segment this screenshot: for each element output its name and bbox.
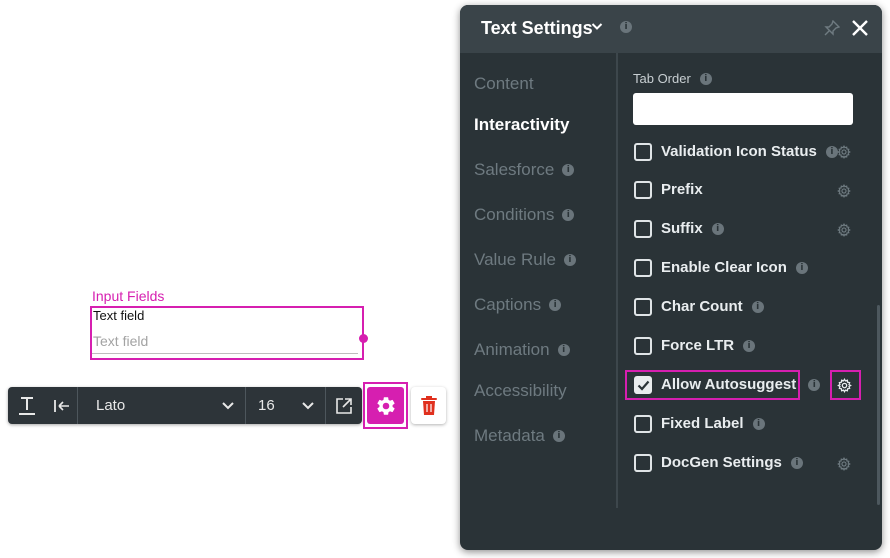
info-icon[interactable]: i xyxy=(563,254,576,266)
text-field-label: Text field xyxy=(93,308,145,323)
option-fixed-label: Fixed Label i xyxy=(634,413,765,435)
text-settings-panel: Text Settings i Content Interactivity Sa… xyxy=(460,5,882,550)
nav-content[interactable]: Content xyxy=(474,74,534,94)
chevron-down-icon[interactable] xyxy=(591,22,603,31)
tab-order-input[interactable] xyxy=(633,93,853,125)
font-size-value: 16 xyxy=(258,397,275,414)
tab-order-label: Tab Order i xyxy=(633,71,712,87)
checkbox[interactable] xyxy=(634,298,652,316)
panel-title[interactable]: Text Settings xyxy=(481,18,593,38)
option-force-ltr: Force LTR i xyxy=(634,335,756,357)
scrollbar[interactable] xyxy=(877,305,880,505)
info-icon[interactable]: i xyxy=(752,418,765,430)
panel-header: Text Settings i xyxy=(460,5,882,53)
nav-captions[interactable]: Captions i xyxy=(474,295,562,315)
text-field-underline xyxy=(92,353,358,354)
align-left-icon xyxy=(53,399,69,412)
close-icon[interactable] xyxy=(851,19,869,37)
open-external-button[interactable] xyxy=(326,387,362,424)
checkbox[interactable] xyxy=(634,181,652,199)
info-icon[interactable]: i xyxy=(711,223,724,235)
info-icon[interactable]: i xyxy=(790,457,803,469)
gear-icon[interactable] xyxy=(837,378,852,393)
font-family-dropdown[interactable]: Lato xyxy=(78,387,246,424)
option-allow-autosuggest: Allow Autosuggest i xyxy=(634,374,821,396)
checkbox[interactable] xyxy=(634,259,652,277)
trash-icon xyxy=(420,396,437,415)
text-field-placeholder[interactable]: Text field xyxy=(93,333,148,350)
text-field-component[interactable]: Text field Text field xyxy=(90,306,368,360)
gear-icon xyxy=(376,396,395,415)
font-size-dropdown[interactable]: 16 xyxy=(246,387,326,424)
text-color-icon xyxy=(19,396,35,415)
info-icon[interactable]: i xyxy=(562,209,575,221)
chevron-down-icon xyxy=(222,401,234,409)
nav-animation[interactable]: Animation i xyxy=(474,340,570,360)
gear-icon[interactable] xyxy=(837,184,851,198)
delete-button[interactable] xyxy=(411,387,446,424)
nav-accessibility[interactable]: Accessibility xyxy=(474,381,567,401)
info-icon[interactable]: i xyxy=(699,73,712,85)
nav-metadata[interactable]: Metadata i xyxy=(474,426,565,446)
info-icon[interactable]: i xyxy=(620,21,632,33)
option-char-count: Char Count i xyxy=(634,296,764,318)
checkbox[interactable] xyxy=(634,454,652,472)
info-icon[interactable]: i xyxy=(808,379,821,391)
checkbox[interactable] xyxy=(634,220,652,238)
nav-conditions[interactable]: Conditions i xyxy=(474,205,575,225)
checkbox-checked[interactable] xyxy=(634,376,652,394)
option-suffix: Suffix i xyxy=(634,218,724,240)
text-align-button[interactable] xyxy=(46,387,78,424)
checkbox[interactable] xyxy=(634,337,652,355)
info-icon[interactable]: i xyxy=(751,301,764,313)
gear-icon[interactable] xyxy=(837,223,851,237)
chevron-down-icon xyxy=(302,401,314,409)
info-icon[interactable]: i xyxy=(743,340,756,352)
option-validation-icon-status: Validation Icon Status i xyxy=(634,141,838,163)
info-icon[interactable]: i xyxy=(557,344,570,356)
checkbox[interactable] xyxy=(634,143,652,161)
info-icon[interactable]: i xyxy=(552,430,565,442)
text-color-button[interactable] xyxy=(8,387,46,424)
gear-icon[interactable] xyxy=(837,145,851,159)
info-icon[interactable]: i xyxy=(549,299,562,311)
nav-salesforce[interactable]: Salesforce i xyxy=(474,160,575,180)
checkbox[interactable] xyxy=(634,415,652,433)
pin-icon[interactable] xyxy=(824,20,840,36)
option-docgen-settings: DocGen Settings i xyxy=(634,452,803,474)
nav-interactivity[interactable]: Interactivity xyxy=(474,115,569,135)
settings-button[interactable] xyxy=(363,382,408,429)
info-icon[interactable]: i xyxy=(795,262,808,274)
component-toolbar: Lato 16 xyxy=(8,387,362,424)
field-caption: Input Fields xyxy=(92,288,165,304)
font-family-value: Lato xyxy=(96,397,126,414)
nav-value-rule[interactable]: Value Rule i xyxy=(474,250,576,270)
gear-icon[interactable] xyxy=(837,457,851,471)
panel-divider xyxy=(616,53,618,508)
option-enable-clear-icon: Enable Clear Icon i xyxy=(634,257,808,279)
external-link-icon xyxy=(336,397,352,414)
info-icon[interactable]: i xyxy=(562,164,575,176)
resize-handle[interactable] xyxy=(359,334,368,343)
option-prefix: Prefix xyxy=(634,179,703,201)
checkmark-icon xyxy=(637,380,649,391)
